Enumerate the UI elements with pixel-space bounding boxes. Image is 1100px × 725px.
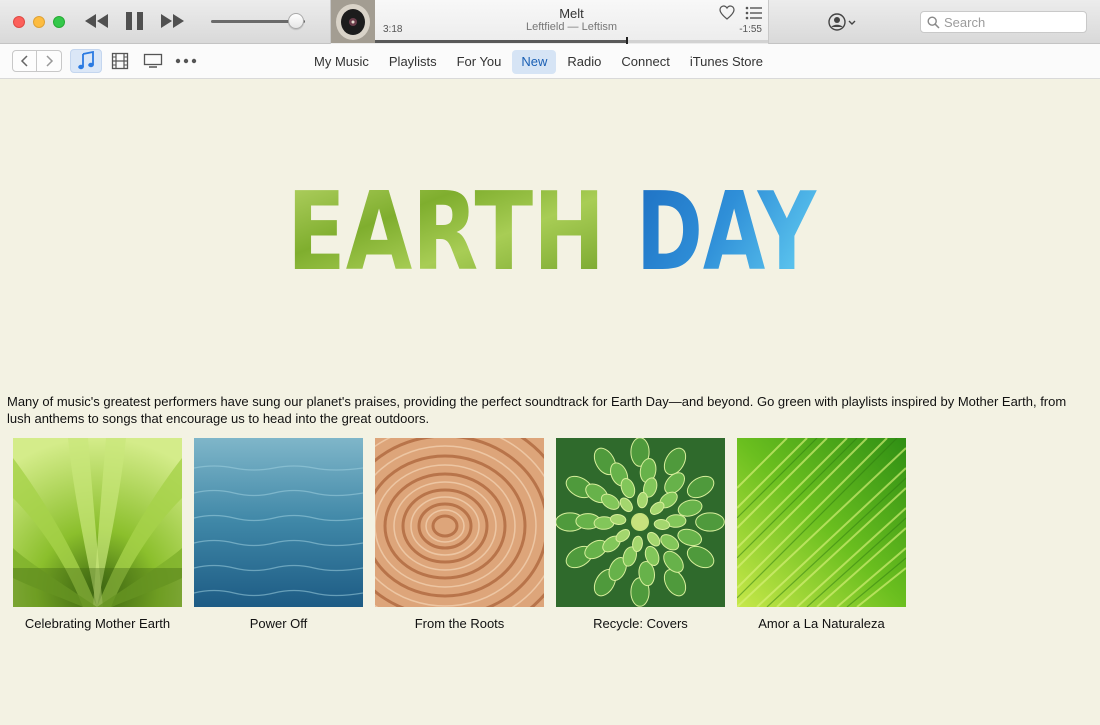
album-artwork[interactable] <box>331 0 375 43</box>
volume-knob[interactable] <box>287 13 304 29</box>
playlist-card[interactable]: Power Off <box>194 438 363 632</box>
succulent-petal <box>695 512 725 532</box>
forward-button[interactable] <box>37 50 62 72</box>
tab-radio[interactable]: Radio <box>558 50 610 74</box>
pause-icon[interactable] <box>124 9 146 33</box>
library-tabs: My Music Playlists For You New Radio Con… <box>304 50 773 74</box>
elapsed-time: 3:18 <box>383 24 403 35</box>
playlist-title[interactable]: Power Off <box>194 615 363 632</box>
search-box[interactable] <box>920 11 1087 33</box>
fast-forward-icon[interactable] <box>160 9 186 33</box>
playlist-card[interactable]: Celebrating Mother Earth <box>13 438 182 632</box>
close-window-button[interactable] <box>13 16 25 28</box>
playlist-title[interactable]: Recycle: Covers <box>556 615 725 632</box>
playlist-card[interactable]: Amor a La Naturaleza <box>737 438 906 632</box>
track-title: Melt <box>559 6 584 21</box>
tab-for-you[interactable]: For You <box>448 50 511 74</box>
more-media-button[interactable] <box>170 49 202 73</box>
earth-day-hero-banner[interactable]: EARTH DAY <box>0 79 1100 379</box>
track-artist-album: Leftfield — Leftism <box>525 21 618 33</box>
search-icon <box>927 16 940 29</box>
account-icon[interactable] <box>828 13 860 33</box>
minimize-window-button[interactable] <box>33 16 45 28</box>
tab-my-music[interactable]: My Music <box>305 50 378 74</box>
zoom-window-button[interactable] <box>53 16 65 28</box>
movies-icon <box>111 52 129 70</box>
hero-title-day: DAY <box>636 170 817 295</box>
playback-progress-fill <box>375 40 627 43</box>
tree-rings-artwork[interactable] <box>375 438 544 607</box>
navigation-bar: My Music Playlists For You New Radio Con… <box>0 44 1100 79</box>
more-icon <box>175 58 197 64</box>
playlist-card[interactable]: From the Roots <box>375 438 544 632</box>
up-next-list-icon[interactable] <box>745 6 763 20</box>
tab-new[interactable]: New <box>512 50 557 74</box>
succulent-artwork[interactable] <box>556 438 725 607</box>
playlist-title[interactable]: From the Roots <box>375 615 544 632</box>
ocean-water-artwork[interactable] <box>194 438 363 607</box>
chevron-right-icon <box>46 55 54 67</box>
heart-icon[interactable] <box>719 5 735 20</box>
movies-media-button[interactable] <box>104 49 136 73</box>
tab-itunes-store[interactable]: iTunes Store <box>681 50 772 74</box>
back-button[interactable] <box>12 50 37 72</box>
rewind-icon[interactable] <box>84 9 110 33</box>
tv-icon <box>143 53 163 68</box>
green-leaves-artwork[interactable] <box>13 438 182 607</box>
player-toolbar: Melt Leftfield — Leftism 3:18 -1:55 <box>0 0 1100 45</box>
playback-progress-bar[interactable] <box>375 37 768 45</box>
tab-playlists[interactable]: Playlists <box>380 50 446 74</box>
hero-title-earth: EARTH <box>287 170 605 295</box>
music-icon <box>78 51 94 70</box>
chevron-left-icon <box>20 55 28 67</box>
now-playing-display: Melt Leftfield — Leftism 3:18 -1:55 <box>330 0 769 45</box>
tab-connect[interactable]: Connect <box>612 50 678 74</box>
section-description: Many of music's greatest performers have… <box>7 394 1067 426</box>
palm-leaf-artwork[interactable] <box>737 438 906 607</box>
playlist-title[interactable]: Celebrating Mother Earth <box>13 615 182 632</box>
search-input[interactable] <box>944 13 1082 31</box>
remaining-time: -1:55 <box>739 24 762 35</box>
tv-media-button[interactable] <box>137 49 169 73</box>
music-media-button[interactable] <box>70 49 102 73</box>
playlist-card[interactable]: Recycle: Covers <box>556 438 725 632</box>
playlist-title[interactable]: Amor a La Naturaleza <box>737 615 906 632</box>
